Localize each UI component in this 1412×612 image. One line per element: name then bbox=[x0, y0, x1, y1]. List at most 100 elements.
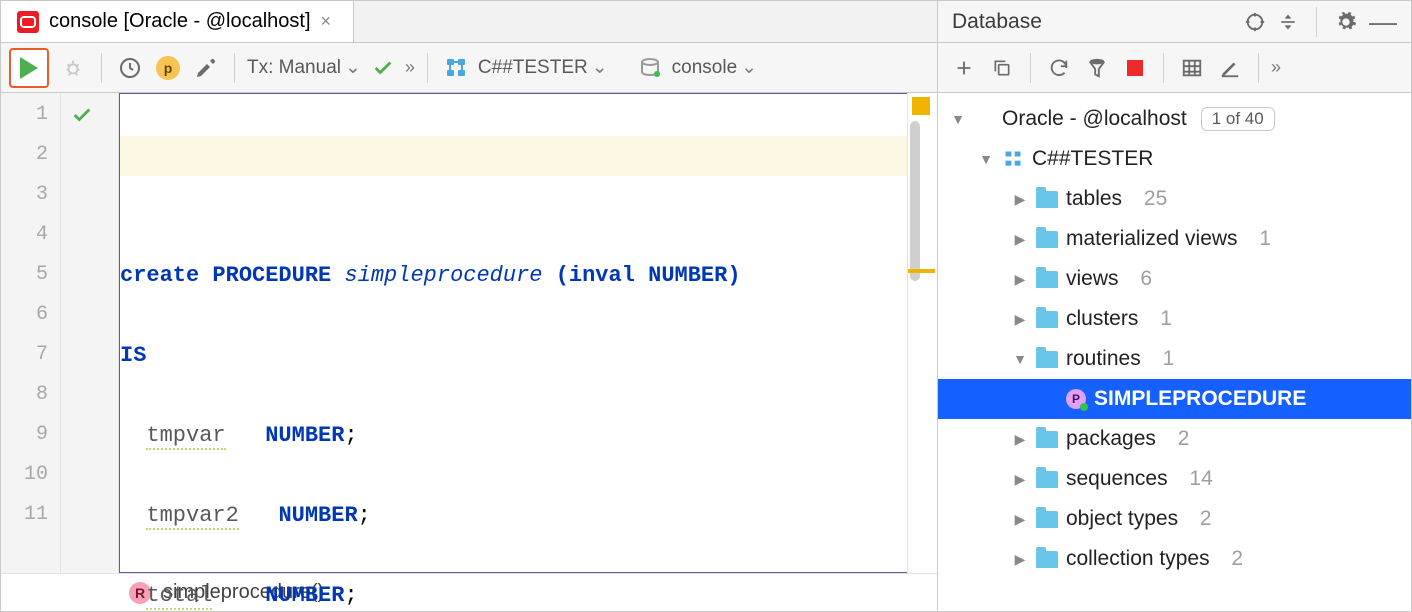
new-button[interactable] bbox=[948, 51, 980, 85]
debug-button[interactable] bbox=[57, 51, 89, 85]
datasource-icon bbox=[634, 51, 666, 85]
tree-folder[interactable]: ▶ object types 2 bbox=[938, 499, 1411, 539]
database-toolbar: » bbox=[938, 43, 1411, 93]
routine-label: SIMPLEPROCEDURE bbox=[1094, 387, 1306, 411]
table-view-button[interactable] bbox=[1176, 51, 1208, 85]
expand-icon[interactable]: ▶ bbox=[1012, 471, 1028, 488]
expand-icon[interactable]: ▶ bbox=[1012, 231, 1028, 248]
folder-icon bbox=[1036, 431, 1058, 448]
more-icon[interactable]: » bbox=[1271, 57, 1281, 78]
inspection-warning-icon[interactable] bbox=[912, 97, 930, 115]
stop-button[interactable] bbox=[1119, 51, 1151, 85]
code-editor[interactable]: 1234567891011 create PROCEDURE simplepro… bbox=[1, 93, 937, 573]
expand-icon[interactable]: ▶ bbox=[1012, 511, 1028, 528]
run-button[interactable] bbox=[9, 48, 49, 88]
folder-label: object types bbox=[1066, 507, 1178, 531]
expand-icon[interactable]: ▼ bbox=[950, 111, 966, 127]
scrollbar-thumb[interactable] bbox=[910, 121, 920, 281]
folder-count: 2 bbox=[1178, 427, 1190, 451]
editor-tabbar: console [Oracle - @localhost] × bbox=[1, 1, 937, 43]
refresh-button[interactable] bbox=[1043, 51, 1075, 85]
folder-count: 1 bbox=[1163, 347, 1175, 371]
play-icon bbox=[20, 57, 38, 79]
folder-label: materialized views bbox=[1066, 227, 1238, 251]
routine-item-selected[interactable]: P SIMPLEPROCEDURE bbox=[938, 379, 1411, 419]
folder-label: packages bbox=[1066, 427, 1156, 451]
close-icon[interactable]: × bbox=[321, 11, 332, 32]
tree-folder[interactable]: ▶ sequences 14 bbox=[938, 459, 1411, 499]
folder-icon bbox=[1036, 351, 1058, 368]
tab-title: console [Oracle - @localhost] bbox=[49, 10, 311, 33]
folder-icon bbox=[1036, 471, 1058, 488]
settings-button[interactable] bbox=[190, 51, 222, 85]
target-icon[interactable] bbox=[1244, 11, 1266, 33]
expand-icon[interactable]: ▼ bbox=[978, 151, 994, 167]
warning-marker[interactable] bbox=[908, 269, 935, 273]
folder-icon bbox=[1036, 311, 1058, 328]
datasource-node[interactable]: ▼ Oracle - @localhost 1 of 40 bbox=[938, 99, 1411, 139]
panel-title: Database bbox=[952, 10, 1042, 34]
folder-count: 2 bbox=[1231, 547, 1243, 571]
expand-icon[interactable]: ▶ bbox=[1012, 271, 1028, 288]
folder-count: 25 bbox=[1144, 187, 1167, 211]
playground-button[interactable]: p bbox=[152, 51, 184, 85]
schema-dropdown[interactable]: C##TESTER⌄ bbox=[478, 56, 608, 79]
tree-folder[interactable]: ▶ materialized views 1 bbox=[938, 219, 1411, 259]
expand-icon[interactable]: ▶ bbox=[1012, 551, 1028, 568]
console-toolbar: p Tx: Manual⌄ » C##TESTER⌄ console⌄ bbox=[1, 43, 937, 93]
folder-icon bbox=[1036, 271, 1058, 288]
database-tree[interactable]: ▼ Oracle - @localhost 1 of 40 ▼ C##TESTE… bbox=[938, 93, 1411, 611]
tx-mode-dropdown[interactable]: Tx: Manual⌄ bbox=[247, 56, 361, 79]
oracle-icon bbox=[17, 11, 39, 33]
collapse-icon[interactable] bbox=[1278, 12, 1298, 32]
folder-label: tables bbox=[1066, 187, 1122, 211]
gutter-marks bbox=[61, 93, 103, 573]
database-panel-header: Database — bbox=[938, 1, 1411, 43]
line-gutter: 1234567891011 bbox=[1, 93, 61, 573]
editor-tab[interactable]: console [Oracle - @localhost] × bbox=[1, 1, 354, 42]
folder-label: views bbox=[1066, 267, 1119, 291]
tree-folder[interactable]: ▶ tables 25 bbox=[938, 179, 1411, 219]
schema-node[interactable]: ▼ C##TESTER bbox=[938, 139, 1411, 179]
folder-icon bbox=[1036, 231, 1058, 248]
p-icon: p bbox=[156, 56, 180, 80]
fold-gutter[interactable] bbox=[103, 93, 119, 573]
tree-folder[interactable]: ▶ collection types 2 bbox=[938, 539, 1411, 579]
folder-label: collection types bbox=[1066, 547, 1210, 571]
folder-count: 2 bbox=[1200, 507, 1212, 531]
procedure-icon: P bbox=[1066, 389, 1086, 409]
count-pill: 1 of 40 bbox=[1201, 107, 1275, 131]
datasource-label: Oracle - @localhost bbox=[1002, 107, 1187, 131]
schema-icon bbox=[440, 51, 472, 85]
code-area[interactable]: create PROCEDURE simpleprocedure (inval … bbox=[119, 93, 907, 573]
folder-icon bbox=[1036, 191, 1058, 208]
folder-label: routines bbox=[1066, 347, 1141, 371]
expand-icon[interactable]: ▶ bbox=[1012, 431, 1028, 448]
expand-icon[interactable]: ▼ bbox=[1012, 351, 1028, 367]
folder-label: clusters bbox=[1066, 307, 1138, 331]
edit-button[interactable] bbox=[1214, 51, 1246, 85]
folder-label: sequences bbox=[1066, 467, 1168, 491]
more-icon[interactable]: » bbox=[405, 57, 415, 78]
duplicate-button[interactable] bbox=[986, 51, 1018, 85]
folder-count: 1 bbox=[1259, 227, 1271, 251]
history-button[interactable] bbox=[114, 51, 146, 85]
gear-icon[interactable] bbox=[1335, 11, 1357, 33]
editor-markstrip[interactable] bbox=[907, 93, 937, 573]
tree-folder[interactable]: ▶ packages 2 bbox=[938, 419, 1411, 459]
schema-icon bbox=[1002, 149, 1024, 169]
folder-count: 1 bbox=[1160, 307, 1172, 331]
expand-icon[interactable]: ▶ bbox=[1012, 191, 1028, 208]
commit-button[interactable] bbox=[367, 51, 399, 85]
tree-folder[interactable]: ▶ clusters 1 bbox=[938, 299, 1411, 339]
stop-icon bbox=[1127, 60, 1143, 76]
filter-button[interactable] bbox=[1081, 51, 1113, 85]
datasource-dropdown[interactable]: console⌄ bbox=[672, 56, 757, 79]
schema-label: C##TESTER bbox=[1032, 147, 1153, 171]
expand-icon[interactable]: ▶ bbox=[1012, 311, 1028, 328]
routines-folder[interactable]: ▼ routines 1 bbox=[938, 339, 1411, 379]
oracle-icon bbox=[974, 109, 994, 129]
folder-icon bbox=[1036, 551, 1058, 568]
folder-count: 14 bbox=[1189, 467, 1212, 491]
tree-folder[interactable]: ▶views 6 bbox=[938, 259, 1411, 299]
